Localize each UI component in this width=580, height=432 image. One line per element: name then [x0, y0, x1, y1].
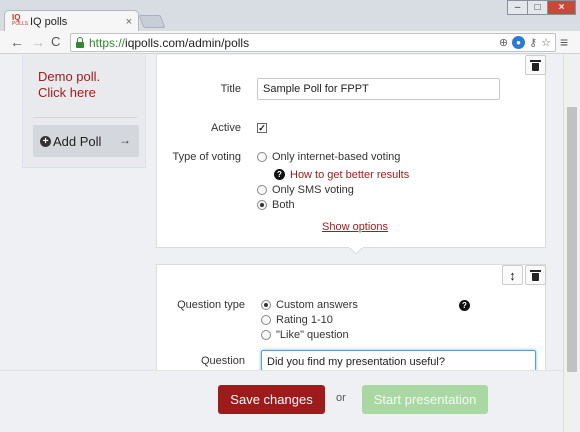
- radio-rating[interactable]: [261, 315, 271, 325]
- browser-menu-icon[interactable]: ≡: [560, 34, 568, 50]
- better-results-link[interactable]: How to get better results: [290, 169, 409, 181]
- show-options-link[interactable]: Show options: [322, 221, 388, 233]
- reorder-question-button[interactable]: ↕: [502, 265, 523, 285]
- trash-icon: [530, 269, 541, 281]
- both-voting-label: Both: [272, 199, 295, 211]
- trash-icon: [530, 59, 541, 71]
- active-checkbox[interactable]: ✓: [257, 123, 267, 133]
- voting-type-label: Type of voting: [172, 151, 242, 163]
- sidebar-divider: [33, 117, 137, 118]
- radio-like-question[interactable]: [261, 330, 271, 340]
- delete-poll-button[interactable]: [525, 55, 546, 75]
- add-poll-button[interactable]: + Add Poll →: [33, 125, 139, 157]
- title-input[interactable]: Sample Poll for FPPT: [257, 78, 500, 100]
- close-window-button[interactable]: ×: [547, 0, 576, 15]
- tab-close-icon[interactable]: ×: [126, 16, 132, 28]
- back-arrow-icon[interactable]: ←: [10, 33, 24, 51]
- sms-voting-label: Only SMS voting: [272, 184, 354, 196]
- forward-arrow-icon[interactable]: →: [31, 33, 45, 51]
- scrollbar-thumb[interactable]: [567, 107, 577, 372]
- url-scheme: https://: [89, 35, 126, 50]
- maximize-button[interactable]: □: [527, 0, 547, 15]
- iq-polls-favicon-icon: IQ POLLS: [12, 13, 29, 27]
- action-bar: Save changes or Start presentation: [0, 370, 563, 432]
- sidebar: Demo poll. Click here + Add Poll →: [22, 55, 146, 168]
- bookmark-star-icon[interactable]: ☆: [541, 35, 551, 51]
- page-scrollbar[interactable]: [563, 55, 580, 432]
- plus-circle-icon: +: [40, 135, 51, 147]
- save-changes-button[interactable]: Save changes: [218, 385, 325, 414]
- internet-voting-label: Only internet-based voting: [272, 151, 401, 163]
- radio-sms-voting[interactable]: [257, 185, 267, 195]
- help-icon: ?: [459, 300, 470, 311]
- rating-label: Rating 1-10: [276, 314, 333, 326]
- radio-internet-voting[interactable]: [257, 152, 267, 162]
- help-icon: ?: [274, 169, 285, 180]
- new-tab-button[interactable]: [138, 15, 166, 28]
- browser-tab[interactable]: IQ POLLS IQ polls ×: [4, 10, 139, 32]
- like-question-label: "Like" question: [276, 329, 349, 341]
- delete-question-button[interactable]: [525, 265, 546, 285]
- custom-answers-label: Custom answers: [276, 299, 358, 311]
- url-path: iqpolls.com/admin/polls: [125, 35, 250, 50]
- up-down-arrow-icon: ↕: [509, 267, 516, 283]
- title-label: Title: [220, 83, 241, 95]
- active-label: Active: [211, 122, 241, 134]
- address-bar[interactable]: https://iqpolls.com/admin/polls ⊕ ● ⚷ ☆: [70, 33, 556, 52]
- radio-both-voting[interactable]: [257, 200, 267, 210]
- or-separator: or: [336, 392, 346, 404]
- minimize-button[interactable]: –: [507, 0, 527, 15]
- browser-toolbar: ← → C https://iqpolls.com/admin/polls ⊕ …: [0, 31, 580, 54]
- demo-poll-link[interactable]: Demo poll. Click here: [38, 69, 100, 101]
- zoom-icon[interactable]: ⊕: [499, 35, 508, 51]
- browser-titlebar: IQ POLLS IQ polls × – □ ×: [0, 0, 580, 32]
- lock-icon: [75, 37, 85, 48]
- extension-icon[interactable]: ●: [512, 36, 526, 49]
- poll-settings-card: Title Sample Poll for FPPT Active ✓ Type…: [156, 55, 546, 248]
- reload-icon[interactable]: C: [51, 33, 60, 51]
- arrow-right-icon: →: [119, 133, 131, 147]
- question-label: Question: [200, 355, 245, 367]
- radio-custom-answers[interactable]: [261, 300, 271, 310]
- start-presentation-button[interactable]: Start presentation: [362, 385, 488, 414]
- tab-title: IQ polls: [30, 15, 68, 28]
- card-pointer: [349, 247, 363, 255]
- key-icon[interactable]: ⚷: [529, 35, 537, 51]
- add-poll-label: Add Poll: [53, 133, 102, 149]
- question-type-label: Question type: [177, 299, 245, 311]
